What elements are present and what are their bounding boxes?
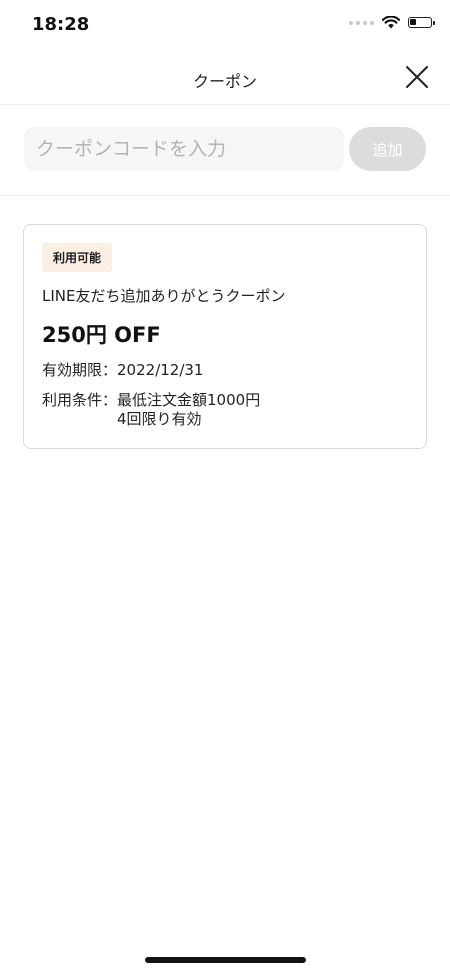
status-badge: 利用可能 [42, 243, 113, 272]
page-title: クーポン [192, 72, 257, 91]
coupon-code-form: 追加 [0, 105, 450, 196]
condition-line: 4回限り有効 [117, 410, 202, 428]
signal-icon [349, 20, 374, 25]
condition-line: 最低注文金額1000円 [117, 391, 261, 409]
status-icons [349, 16, 435, 29]
status-time: 18:28 [32, 14, 90, 35]
coupon-code-input[interactable] [24, 127, 344, 171]
wifi-icon [382, 16, 400, 29]
coupon-discount: 250円 OFF [42, 323, 161, 347]
home-indicator [145, 957, 306, 963]
battery-level [410, 19, 416, 25]
condition-label: 利用条件： [42, 391, 118, 409]
coupon-conditions: 利用条件： 最低注文金額1000円 4回限り有効 [42, 391, 260, 429]
coupon-expiry: 有効期限：2022/12/31 [42, 359, 203, 380]
expiry-value: 2022/12/31 [117, 361, 204, 379]
add-coupon-button[interactable]: 追加 [349, 127, 426, 171]
coupon-name: LINE友だち追加ありがとうクーポン [42, 287, 286, 305]
expiry-label: 有効期限： [42, 361, 118, 379]
coupon-card[interactable]: 利用可能 LINE友だち追加ありがとうクーポン 250円 OFF 有効期限：20… [23, 224, 427, 449]
status-bar: 18:28 [0, 0, 450, 50]
header: クーポン [0, 52, 450, 105]
battery-icon [408, 17, 435, 28]
close-icon[interactable] [404, 64, 430, 90]
